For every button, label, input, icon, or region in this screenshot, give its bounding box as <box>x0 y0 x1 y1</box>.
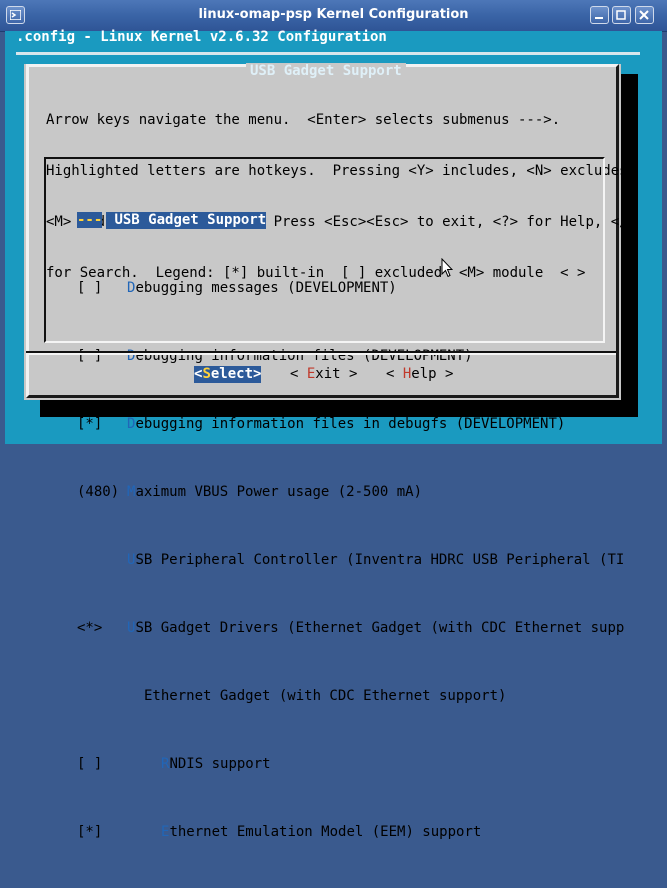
menu-item-usb-gadget-support[interactable]: --- USB Gadget Support <box>77 212 267 229</box>
menu-item-max-vbus-power[interactable]: (480) Maximum VBUS Power usage (2-500 mA… <box>77 484 422 501</box>
close-icon[interactable] <box>635 6 654 24</box>
window-title: linux-omap-psp Kernel Configuration <box>198 7 469 22</box>
menu-list: --- USB Gadget Support [ ] Debugging mes… <box>77 161 624 875</box>
menu-item-label: USB Gadget Drivers (Ethernet Gadget (wit… <box>127 620 625 636</box>
menu-item-label: Ethernet Gadget (with CDC Ethernet suppo… <box>144 688 507 704</box>
menu-item-marker: [*] <box>77 416 103 432</box>
menu-item-label: Ethernet Emulation Model (EEM) support <box>161 824 482 840</box>
minimize-icon[interactable] <box>590 6 609 24</box>
header-divider <box>16 52 640 55</box>
menu-item-label: RNDIS support <box>161 756 271 772</box>
menu-item-label: Debugging information files in debugfs (… <box>127 416 566 432</box>
help-line: Arrow keys navigate the menu. <Enter> se… <box>46 112 561 128</box>
maximize-icon[interactable] <box>612 6 631 24</box>
usb-gadget-dialog: USB Gadget Support Arrow keys navigate t… <box>24 63 636 840</box>
button-separator <box>26 351 616 355</box>
menu-item-marker: (480) <box>77 484 120 500</box>
menu-item-marker: --- <box>77 212 103 228</box>
select-button[interactable]: <Select> <box>194 366 262 383</box>
menu-item-usb-gadget-drivers[interactable]: <*> USB Gadget Drivers (Ethernet Gadget … <box>77 620 624 637</box>
menu-item-label: Maximum VBUS Power usage (2-500 mA) <box>127 484 423 500</box>
menu-item-label: USB Gadget Support <box>106 212 267 229</box>
menu-item-marker: [ ] <box>77 280 103 296</box>
menu-item-marker: <*> <box>77 620 103 636</box>
menu-item-label: Debugging messages (DEVELOPMENT) <box>127 280 397 296</box>
menu-item-marker: [ ] <box>77 756 103 772</box>
menu-item-rndis-support[interactable]: [ ] RNDIS support <box>77 756 271 773</box>
config-header: .config - Linux Kernel v2.6.32 Configura… <box>16 29 387 45</box>
exit-button[interactable]: < Exit > <box>290 366 357 383</box>
menu-item-debugging-info-debugfs[interactable]: [*] Debugging information files in debug… <box>77 416 565 433</box>
terminal-area[interactable]: .config - Linux Kernel v2.6.32 Configura… <box>5 29 662 840</box>
menu-item-usb-peripheral-controller[interactable]: USB Peripheral Controller (Inventra HDRC… <box>77 552 624 569</box>
menu-item-ethernet-gadget[interactable]: Ethernet Gadget (with CDC Ethernet suppo… <box>77 688 506 705</box>
menu-item-label: USB Peripheral Controller (Inventra HDRC… <box>127 552 625 568</box>
menu-end-marker <box>44 327 46 341</box>
menu-item-eem-support[interactable]: [*] Ethernet Emulation Model (EEM) suppo… <box>77 824 481 841</box>
menu-item-debugging-messages[interactable]: [ ] Debugging messages (DEVELOPMENT) <box>77 280 397 297</box>
help-button[interactable]: < Help > <box>386 366 453 383</box>
menu-item-marker: [*] <box>77 824 103 840</box>
mouse-pointer-icon <box>441 257 454 282</box>
window-titlebar[interactable]: linux-omap-psp Kernel Configuration <box>0 0 667 32</box>
